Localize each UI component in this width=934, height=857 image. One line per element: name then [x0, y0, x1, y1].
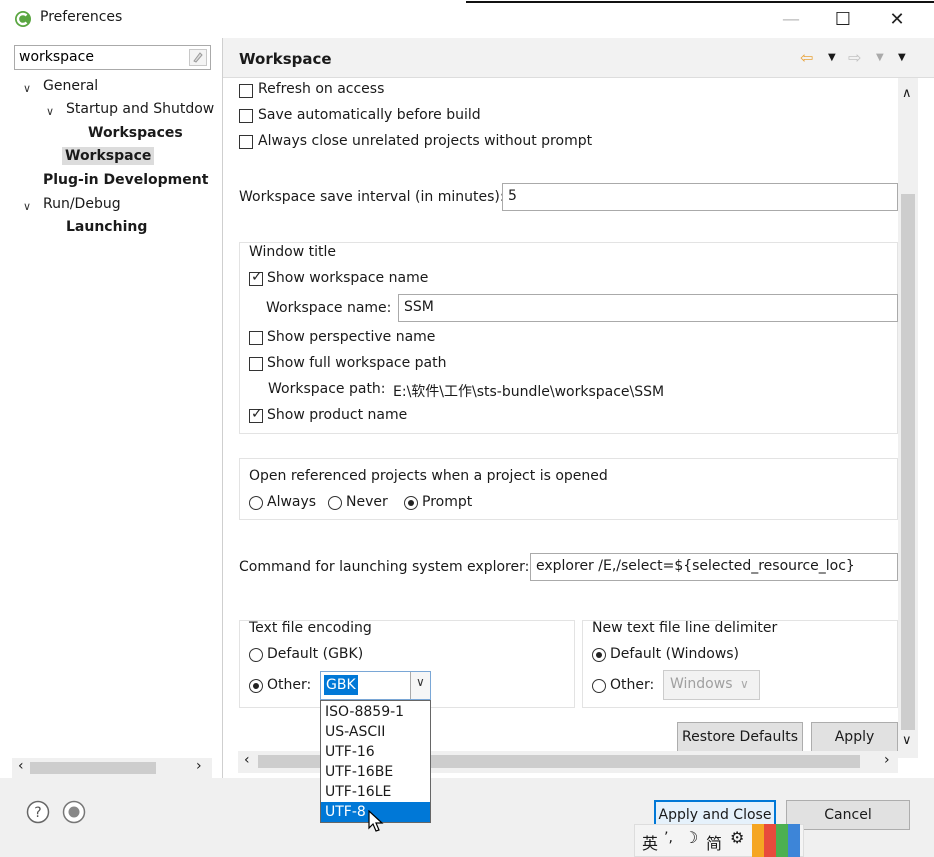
tree-item-plugin-development[interactable]: Plug-in Development: [43, 172, 208, 188]
explorer-command-label: Command for launching system explorer:: [239, 559, 530, 575]
workspace-name-label: Workspace name:: [266, 300, 392, 316]
chevron-down-icon[interactable]: ∨: [416, 675, 425, 689]
record-macro-icon[interactable]: [62, 800, 86, 824]
tree-item-startup-shutdown[interactable]: Startup and Shutdow: [66, 101, 214, 117]
scroll-left-arrow-icon[interactable]: ‹: [18, 758, 24, 774]
restore-defaults-button[interactable]: Restore Defaults: [677, 722, 803, 752]
other-delimiter-radio[interactable]: [592, 679, 606, 693]
clear-filter-icon[interactable]: [189, 49, 207, 66]
prompt-radio[interactable]: [404, 496, 418, 510]
tree-item-workspaces[interactable]: Workspaces: [88, 125, 183, 141]
close-unrelated-checkbox[interactable]: [239, 135, 253, 149]
other-delimiter-label: Other:: [610, 677, 655, 693]
chevron-down-icon[interactable]: ∨: [740, 677, 749, 691]
show-perspective-name-label: Show perspective name: [267, 329, 436, 345]
always-label: Always: [267, 494, 317, 510]
save-interval-input[interactable]: 5: [502, 183, 898, 211]
encoding-combo-button[interactable]: ∨: [410, 672, 430, 699]
pane-divider: [222, 38, 223, 850]
show-workspace-name-label: Show workspace name: [267, 270, 429, 286]
refresh-on-access-checkbox[interactable]: [239, 84, 253, 98]
show-workspace-name-checkbox[interactable]: [249, 269, 263, 286]
workspace-path-label: Workspace path:: [268, 381, 386, 397]
encoding-option[interactable]: US-ASCII: [321, 722, 430, 742]
workspace-path-value: E:\软件\工作\sts-bundle\workspace\SSM: [393, 384, 665, 400]
scrollbar-thumb[interactable]: [30, 762, 156, 774]
apply-button[interactable]: Apply: [811, 722, 898, 752]
ime-brand-icon[interactable]: [752, 824, 800, 857]
refresh-on-access-label: Refresh on access: [258, 81, 385, 97]
page-title: Workspace: [239, 50, 332, 68]
show-full-path-checkbox[interactable]: [249, 357, 263, 371]
view-menu-icon[interactable]: ▼: [898, 52, 906, 63]
open-referenced-label: Open referenced projects when a project …: [249, 468, 608, 484]
scroll-right-arrow-icon[interactable]: ›: [884, 752, 890, 768]
cancel-button[interactable]: Cancel: [786, 800, 910, 830]
scroll-down-arrow-icon[interactable]: ∨: [902, 733, 912, 748]
scroll-left-arrow-icon[interactable]: ‹: [244, 752, 250, 768]
ime-mode-indicator[interactable]: 简: [706, 830, 722, 854]
filter-input[interactable]: [15, 46, 185, 68]
maximize-button[interactable]: ☐: [820, 4, 866, 34]
encoding-combo-value[interactable]: GBK: [324, 675, 358, 695]
show-perspective-name-checkbox[interactable]: [249, 331, 263, 345]
always-radio[interactable]: [249, 496, 263, 510]
text-encoding-label: Text file encoding: [249, 620, 372, 636]
filter-field[interactable]: [14, 45, 211, 70]
default-delimiter-label: Default (Windows): [610, 646, 740, 662]
tree-item-run-debug[interactable]: Run/Debug: [43, 196, 121, 212]
eclipse-app-icon: [15, 11, 31, 27]
other-encoding-radio[interactable]: [249, 679, 263, 693]
minimize-button[interactable]: —: [768, 4, 814, 34]
ime-language-indicator[interactable]: 英: [642, 830, 658, 854]
gear-icon[interactable]: ⚙: [730, 828, 744, 847]
line-delimiter-label: New text file line delimiter: [592, 620, 778, 636]
save-interval-label: Workspace save interval (in minutes):: [239, 189, 505, 205]
scroll-right-arrow-icon[interactable]: ›: [196, 758, 202, 774]
default-encoding-radio[interactable]: [249, 648, 263, 662]
back-arrow-icon[interactable]: ⇦: [800, 48, 813, 67]
vertical-scrollbar-thumb[interactable]: [901, 194, 915, 730]
never-radio[interactable]: [328, 496, 342, 510]
chevron-down-icon[interactable]: ∨: [23, 82, 31, 95]
close-button[interactable]: ✕: [874, 4, 920, 34]
save-before-build-label: Save automatically before build: [258, 107, 481, 123]
ime-punctuation-icon[interactable]: ’,: [664, 830, 673, 846]
moon-icon[interactable]: ☽: [684, 828, 698, 847]
show-product-name-label: Show product name: [267, 407, 408, 423]
never-label: Never: [346, 494, 388, 510]
show-product-name-checkbox[interactable]: [249, 406, 263, 423]
window-title-group-label: Window title: [249, 244, 337, 260]
tree-item-general[interactable]: General: [43, 78, 98, 94]
window-title: Preferences: [40, 9, 123, 25]
back-menu-icon[interactable]: ▼: [828, 52, 836, 63]
encoding-option[interactable]: UTF-16BE: [321, 762, 430, 782]
prompt-label: Prompt: [422, 494, 473, 510]
scroll-up-arrow-icon[interactable]: ∧: [902, 86, 912, 101]
explorer-command-input[interactable]: explorer /E,/select=${selected_resource_…: [530, 553, 898, 581]
tree-item-launching[interactable]: Launching: [66, 219, 147, 235]
encoding-option[interactable]: UTF-16LE: [321, 782, 430, 802]
tree-item-workspace[interactable]: Workspace: [62, 147, 155, 165]
save-before-build-checkbox[interactable]: [239, 109, 253, 123]
mouse-cursor-icon: [368, 810, 384, 832]
default-delimiter-radio[interactable]: [592, 648, 606, 662]
forward-menu-icon[interactable]: ▼: [876, 52, 884, 63]
svg-text:?: ?: [34, 805, 41, 821]
other-encoding-label: Other:: [267, 677, 312, 693]
forward-arrow-icon[interactable]: ⇨: [848, 48, 861, 67]
chevron-down-icon[interactable]: ∨: [46, 105, 54, 118]
help-icon[interactable]: ?: [26, 800, 50, 824]
encoding-option[interactable]: UTF-16: [321, 742, 430, 762]
default-encoding-label: Default (GBK): [267, 646, 364, 662]
window-edge: [466, 1, 934, 3]
show-full-path-label: Show full workspace path: [267, 355, 447, 371]
close-unrelated-label: Always close unrelated projects without …: [258, 133, 593, 149]
encoding-option[interactable]: ISO-8859-1: [321, 702, 430, 722]
workspace-name-input[interactable]: SSM: [398, 294, 898, 322]
chevron-down-icon[interactable]: ∨: [23, 200, 31, 213]
